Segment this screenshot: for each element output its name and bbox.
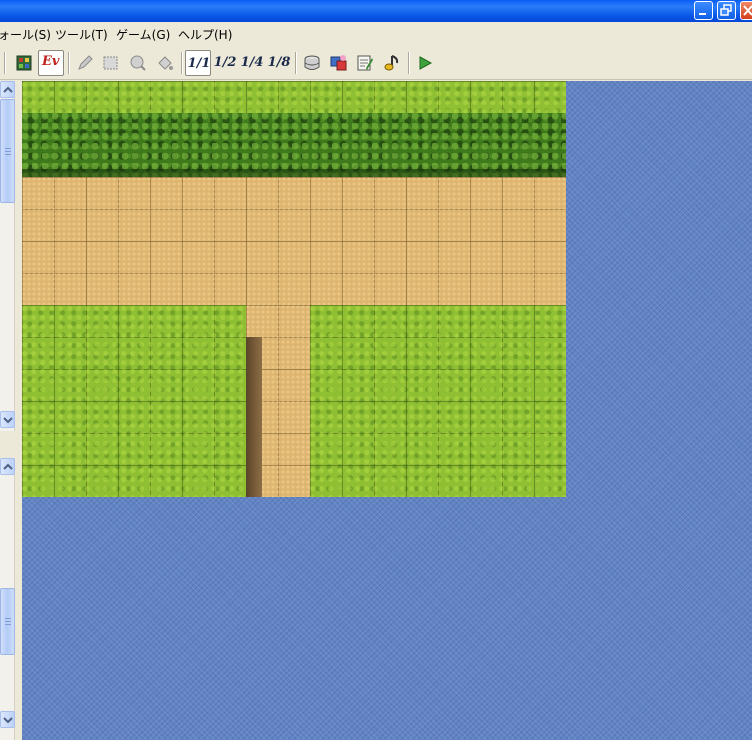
scroll-up-button[interactable] (0, 81, 15, 98)
toolbar-separator (181, 52, 183, 74)
tile-layer-icon (16, 55, 32, 71)
grass-tiles[interactable] (22, 81, 566, 113)
tileset-scrollbar[interactable] (0, 81, 15, 431)
database-icon (304, 55, 320, 70)
toolbar-separator (68, 52, 70, 74)
scale-1-2-label: 1/2 (213, 55, 237, 70)
close-button[interactable] (740, 1, 752, 20)
script-editor-button[interactable] (352, 50, 378, 76)
ellipse-icon (130, 55, 146, 71)
scale-1-4-button[interactable]: 1/4 (239, 50, 265, 76)
playtest-icon (419, 56, 433, 70)
chevron-down-icon (3, 417, 13, 424)
scale-1-1-label: 1/1 (187, 56, 211, 71)
hedge-tiles[interactable] (22, 113, 566, 177)
material-manager-icon (330, 55, 347, 71)
pencil-icon (78, 55, 93, 70)
sound-test-icon (384, 55, 399, 71)
restore-button[interactable] (717, 1, 736, 20)
tile-layer-button[interactable] (11, 50, 37, 76)
scroll-thumb[interactable] (0, 588, 15, 655)
title-bar (0, 0, 752, 22)
map-canvas[interactable] (22, 81, 566, 497)
minimize-icon (699, 13, 706, 15)
scale-1-8-label: 1/8 (267, 55, 291, 70)
menu-bar: ォール(S) ツール(T) ゲーム(G) ヘルプ(H) (0, 22, 752, 46)
event-layer-icon: Ev (42, 54, 60, 69)
chevron-up-icon (3, 463, 13, 470)
close-icon (743, 5, 752, 16)
scroll-up-button[interactable] (0, 458, 15, 475)
pencil-button[interactable] (72, 50, 98, 76)
chevron-up-icon (3, 86, 13, 93)
scale-1-2-button[interactable]: 1/2 (212, 50, 238, 76)
chevron-down-icon (3, 717, 13, 724)
scale-1-8-button[interactable]: 1/8 (266, 50, 292, 76)
minimize-button[interactable] (694, 1, 713, 20)
rectangle-icon (103, 56, 118, 70)
toolbar-separator (408, 52, 410, 74)
event-layer-button[interactable]: Ev (38, 50, 64, 76)
toolbar-separator (295, 52, 297, 74)
map-tree-scrollbar[interactable] (0, 458, 15, 740)
toolbar-separator (4, 52, 6, 74)
fill-icon (158, 56, 173, 70)
scroll-down-button[interactable] (0, 411, 15, 428)
menu-game[interactable]: ゲーム(G) (116, 26, 170, 43)
menu-tools[interactable]: ツール(T) (55, 26, 108, 43)
restore-icon (720, 4, 732, 16)
fill-button[interactable] (152, 50, 178, 76)
map-viewport[interactable] (22, 81, 752, 740)
script-editor-icon (357, 55, 373, 71)
cliff-tiles[interactable] (246, 337, 262, 497)
hedge-shadow (22, 169, 566, 177)
scale-1-1-button[interactable]: 1/1 (185, 50, 211, 76)
dirt-path-tiles[interactable] (22, 177, 566, 305)
toolbar: Ev 1/1 1/2 1/4 1/8 (0, 46, 752, 80)
left-panel (0, 81, 22, 740)
rectangle-button[interactable] (98, 50, 124, 76)
grass-tiles[interactable] (310, 305, 566, 497)
ellipse-button[interactable] (125, 50, 151, 76)
sound-test-button[interactable] (379, 50, 405, 76)
scale-1-4-label: 1/4 (240, 55, 264, 70)
menu-help[interactable]: ヘルプ(H) (178, 26, 232, 43)
scroll-thumb[interactable] (0, 99, 15, 203)
grass-tiles[interactable] (22, 305, 246, 497)
menu-item[interactable]: ォール(S) (0, 26, 51, 43)
database-button[interactable] (299, 50, 325, 76)
scroll-down-button[interactable] (0, 711, 15, 728)
material-manager-button[interactable] (326, 50, 352, 76)
playtest-button[interactable] (412, 50, 438, 76)
